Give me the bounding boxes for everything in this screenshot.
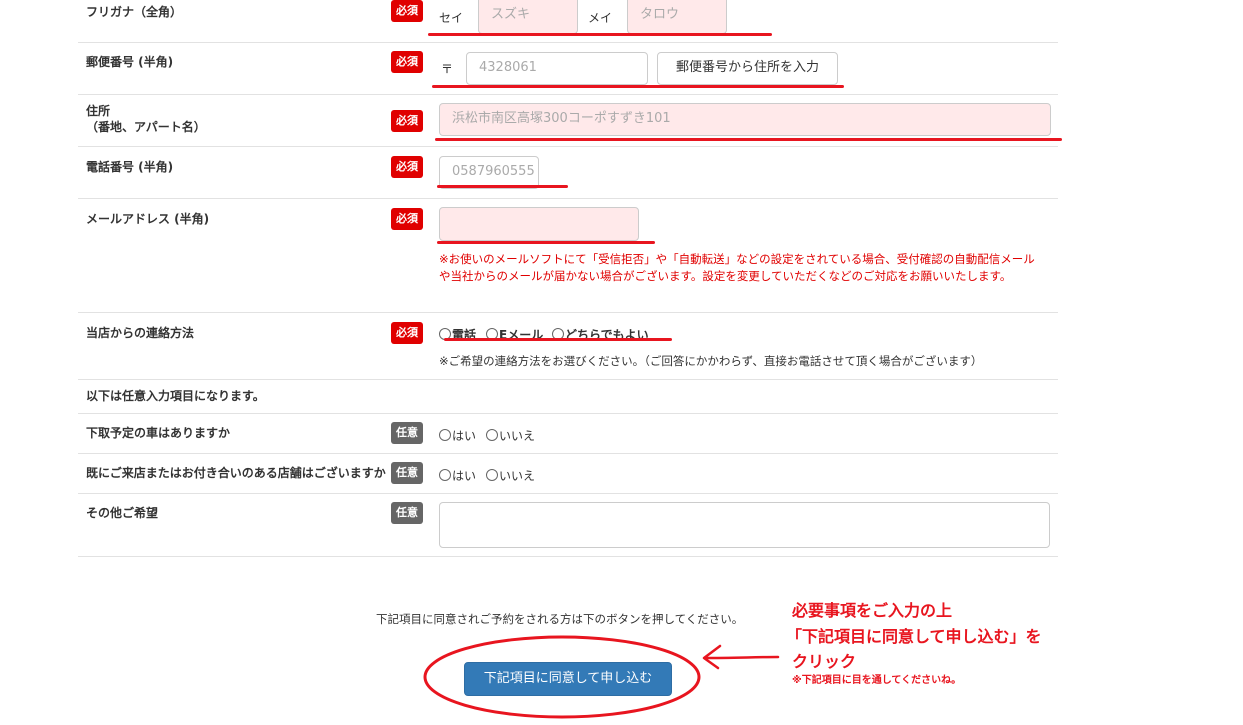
email-notice: ※お使いのメールソフトにて「受信拒否」や「自動転送」などの設定をされている場合、… — [439, 252, 1035, 283]
furigana-row: フリガナ（全角） 必須 セイ スズキ メイ タロウ — [78, 0, 1058, 43]
other-label: その他ご希望 — [86, 506, 159, 520]
phone-label: 電話番号 (半角) — [86, 160, 174, 174]
trade-in-row: 下取予定の車はありますか 任意 はい いいえ — [78, 414, 1058, 454]
annotation-arrow — [702, 644, 780, 670]
sei-input[interactable]: スズキ — [478, 0, 578, 34]
furigana-label: フリガナ（全角） — [86, 5, 183, 19]
mei-label: メイ — [588, 11, 613, 25]
trade-in-radio-yes[interactable]: はい — [439, 427, 476, 444]
required-badge: 必須 — [391, 322, 423, 344]
mei-input[interactable]: タロウ — [627, 0, 727, 34]
submit-note: 下記項目に同意されご予約をされる方は下のボタンを押してください。 — [376, 612, 744, 626]
contact-label: 当店からの連絡方法 — [86, 326, 195, 340]
underline-postal — [432, 85, 844, 88]
contact-note: ※ご希望の連絡方法をお選びください。（ご回答にかかわらず、直接お電話させて頂く場… — [439, 354, 983, 368]
annotation-line1: 必要事項をご入力の上 — [792, 601, 953, 620]
postal-input[interactable]: 4328061 — [466, 52, 648, 85]
required-badge: 必須 — [391, 110, 423, 132]
radio-label: はい — [452, 429, 477, 443]
other-textarea[interactable] — [439, 502, 1050, 548]
reservation-form: フリガナ（全角） 必須 セイ スズキ メイ タロウ 郵便番号 (半角) 必須 〒… — [78, 0, 1058, 557]
sei-label: セイ — [439, 11, 464, 25]
postal-mark: 〒 — [441, 62, 454, 76]
underline-contact — [444, 338, 672, 341]
trade-in-label: 下取予定の車はありますか — [86, 426, 231, 440]
submit-button[interactable]: 下記項目に同意して申し込む — [464, 662, 672, 696]
radio-circle-icon — [486, 429, 498, 441]
visited-row: 既にご来店またはお付き合いのある店舗はございますか 任意 はい いいえ — [78, 454, 1058, 494]
optional-badge: 任意 — [391, 502, 423, 524]
trade-in-radio-no[interactable]: いいえ — [486, 427, 535, 444]
underline-phone — [437, 185, 568, 188]
visited-radio-no[interactable]: いいえ — [486, 467, 535, 484]
email-label: メールアドレス (半角) — [86, 212, 210, 226]
required-badge: 必須 — [391, 0, 423, 22]
radio-label: はい — [452, 469, 477, 483]
phone-row: 電話番号 (半角) 必須 0587960555 — [78, 147, 1058, 199]
required-badge: 必須 — [391, 208, 423, 230]
radio-circle-icon — [439, 429, 451, 441]
radio-label: いいえ — [499, 429, 536, 443]
required-badge: 必須 — [391, 156, 423, 178]
underline-furigana — [428, 33, 772, 36]
postal-lookup-button[interactable]: 郵便番号から住所を入力 — [657, 52, 838, 85]
radio-circle-icon — [439, 469, 451, 481]
address-label: 住所 （番地、アパート名） — [86, 103, 206, 135]
address-label-line1: 住所 — [86, 104, 111, 118]
address-label-line2: （番地、アパート名） — [86, 120, 206, 134]
contact-row: 当店からの連絡方法 必須 電話 Eメール どちらでもよい ※ご希望の連絡方法をお… — [78, 313, 1058, 380]
postal-label: 郵便番号 (半角) — [86, 55, 174, 69]
underline-address — [435, 138, 1062, 141]
required-badge: 必須 — [391, 51, 423, 73]
underline-email — [437, 241, 655, 244]
optional-header-row: 以下は任意入力項目になります。 — [78, 380, 1058, 414]
visited-radio-yes[interactable]: はい — [439, 467, 476, 484]
radio-circle-icon — [486, 469, 498, 481]
radio-label: いいえ — [499, 469, 536, 483]
annotation-line3: クリック — [792, 652, 857, 671]
visited-label: 既にご来店またはお付き合いのある店舗はございますか — [86, 466, 386, 480]
optional-badge: 任意 — [391, 422, 423, 444]
optional-header: 以下は任意入力項目になります。 — [86, 389, 265, 403]
optional-badge: 任意 — [391, 462, 423, 484]
annotation-line2: 「下記項目に同意して申し込む」を — [786, 627, 1042, 646]
email-row: メールアドレス (半角) 必須 ※お使いのメールソフトにて「受信拒否」や「自動転… — [78, 199, 1058, 313]
annotation-sub: ※下記項目に目を通してくださいね。 — [792, 675, 962, 686]
address-input[interactable]: 浜松市南区高塚300コーポすずき101 — [439, 103, 1051, 136]
email-input[interactable] — [439, 207, 639, 241]
other-row: その他ご希望 任意 — [78, 494, 1058, 557]
